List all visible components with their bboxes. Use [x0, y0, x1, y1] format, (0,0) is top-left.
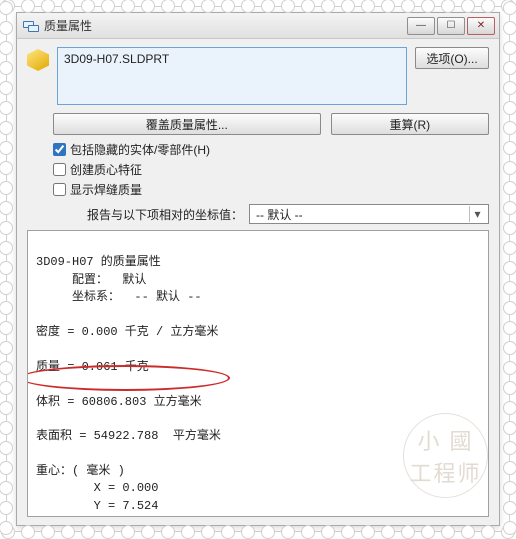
results-text[interactable]: 3D09-H07 的质量属性 配置： 默认 坐标系： -- 默认 -- 密度 =… — [27, 230, 489, 517]
show-weld-checkbox[interactable]: 显示焊缝质量 — [53, 181, 489, 198]
show-weld-input[interactable] — [53, 183, 66, 196]
part-icon — [27, 49, 49, 71]
res-cog-x: X = 0.000 — [36, 481, 158, 495]
res-surface: 表面积 = 54922.788 平方毫米 — [36, 429, 221, 443]
maximize-button[interactable]: ☐ — [437, 17, 465, 35]
res-cog-z: Z = 5.964 — [36, 516, 158, 517]
selected-file: 3D09-H07.SLDPRT — [64, 52, 169, 66]
show-weld-label: 显示焊缝质量 — [70, 181, 142, 198]
include-hidden-input[interactable] — [53, 143, 66, 156]
override-mass-button[interactable]: 覆盖质量属性... — [53, 113, 321, 135]
minimize-button[interactable]: — — [407, 17, 435, 35]
res-cog-y: Y = 7.524 — [36, 499, 158, 513]
close-button[interactable]: ✕ — [467, 17, 495, 35]
res-csys: 坐标系： -- 默认 -- — [36, 290, 202, 304]
window-title: 质量属性 — [44, 17, 407, 34]
res-cog-header: 重心：( 毫米 ) — [36, 464, 125, 478]
include-hidden-label: 包括隐藏的实体/零部件(H) — [70, 141, 210, 158]
include-hidden-checkbox[interactable]: 包括隐藏的实体/零部件(H) — [53, 141, 489, 158]
res-mass: 质量 = 0.061 千克 — [36, 360, 149, 374]
titlebar[interactable]: 质量属性 — ☐ ✕ — [17, 13, 499, 39]
create-com-checkbox[interactable]: 创建质心特征 — [53, 161, 489, 178]
create-com-label: 创建质心特征 — [70, 161, 142, 178]
res-volume: 体积 = 60806.803 立方毫米 — [36, 395, 202, 409]
options-button[interactable]: 选项(O)... — [415, 47, 489, 69]
client-area: 3D09-H07.SLDPRT 选项(O)... 覆盖质量属性... 重算(R)… — [17, 39, 499, 525]
res-config: 配置： 默认 — [36, 273, 146, 287]
coord-label: 报告与以下项相对的坐标值： — [87, 206, 243, 223]
recalculate-button[interactable]: 重算(R) — [331, 113, 489, 135]
create-com-input[interactable] — [53, 163, 66, 176]
res-header: 3D09-H07 的质量属性 — [36, 255, 161, 269]
selection-box[interactable]: 3D09-H07.SLDPRT — [57, 47, 407, 105]
res-density: 密度 = 0.000 千克 / 立方毫米 — [36, 325, 218, 339]
coord-value: -- 默认 -- — [256, 206, 303, 223]
coord-system-combo[interactable]: -- 默认 -- ▾ — [249, 204, 489, 224]
mass-properties-dialog: 质量属性 — ☐ ✕ 3D09-H07.SLDPRT 选项(O)... 覆盖质量… — [16, 12, 500, 526]
app-icon — [23, 20, 39, 32]
chevron-down-icon: ▾ — [469, 206, 485, 222]
